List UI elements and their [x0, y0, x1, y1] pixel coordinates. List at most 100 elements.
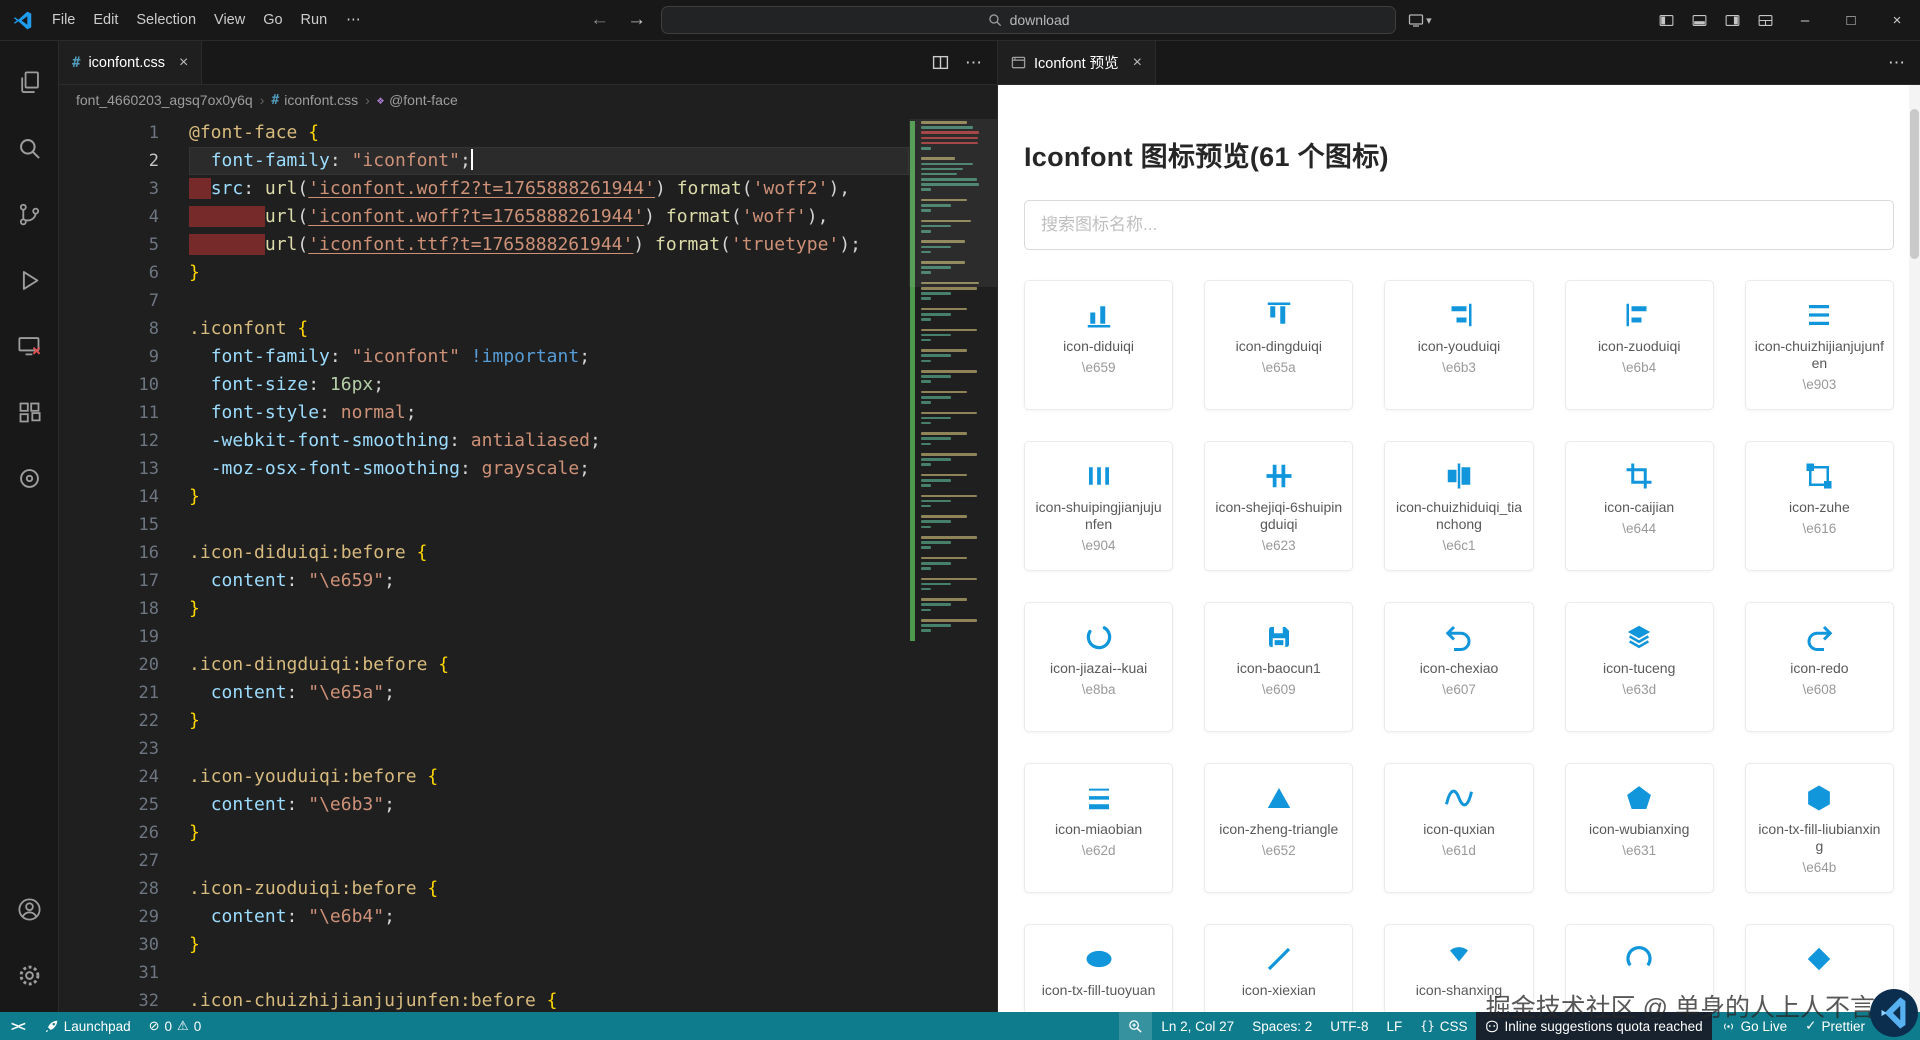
code-line[interactable] — [189, 735, 909, 763]
code-line[interactable]: -moz-osx-font-smoothing: grayscale; — [189, 455, 909, 483]
remote-explorer-icon[interactable] — [5, 313, 53, 379]
icon-card[interactable]: icon-baocun1 \e609 — [1204, 602, 1354, 732]
close-button[interactable]: × — [1874, 0, 1920, 40]
code-line[interactable]: content: "\e65a"; — [189, 679, 909, 707]
menu-view[interactable]: View — [205, 8, 254, 32]
eol-selector[interactable]: LF — [1378, 1012, 1412, 1040]
preview-actions-more-icon[interactable]: ⋯ — [1888, 53, 1905, 73]
code-line[interactable]: content: "\e659"; — [189, 567, 909, 595]
breadcrumb-item[interactable]: font_4660203_agsq7ox0y6q — [76, 92, 253, 108]
preview-scrollbar[interactable] — [1909, 85, 1920, 1012]
tab-iconfont-css[interactable]: # iconfont.css × — [59, 41, 203, 84]
zoom-button[interactable] — [1119, 1012, 1153, 1040]
code-line[interactable]: .icon-dingduiqi:before { — [189, 651, 909, 679]
remote-indicator[interactable]: >< — [0, 1012, 36, 1040]
icon-card[interactable]: icon-quxian \e61d — [1384, 763, 1534, 893]
icon-card[interactable]: icon-wubianxing \e631 — [1564, 763, 1714, 893]
code-line[interactable] — [189, 623, 909, 651]
icon-card[interactable]: icon-shejiqi-6shuipingduiqi \e623 — [1204, 441, 1354, 571]
minimap[interactable] — [909, 119, 997, 1012]
code-line[interactable]: @font-face { — [189, 119, 909, 147]
minimize-button[interactable]: – — [1782, 0, 1828, 40]
code-line[interactable]: src: url('iconfont.woff2?t=1765888261944… — [189, 175, 909, 203]
explorer-icon[interactable] — [5, 49, 53, 115]
code-line[interactable]: } — [189, 707, 909, 735]
back-button[interactable]: ← — [587, 9, 612, 31]
menu-file[interactable]: File — [43, 8, 84, 32]
icon-card[interactable]: icon-zheng-triangle \e652 — [1204, 763, 1354, 893]
icon-card[interactable]: icon-chuizhiduiqi_tianchong \e6c1 — [1384, 441, 1534, 571]
icon-card[interactable]: icon-jiazai--kuai \e8ba — [1024, 602, 1174, 732]
icon-search-input[interactable] — [1024, 200, 1894, 250]
code-line[interactable]: font-family: "iconfont" !important; — [189, 343, 909, 371]
code-line[interactable]: .iconfont { — [189, 315, 909, 343]
code-line[interactable]: } — [189, 483, 909, 511]
menu-selection[interactable]: Selection — [127, 8, 205, 32]
toggle-secondary-sidebar-icon[interactable] — [1716, 12, 1749, 29]
code-line[interactable]: .icon-chuizhijianjujunfen:before { — [189, 987, 909, 1012]
menu-run[interactable]: Run — [292, 8, 337, 32]
encoding[interactable]: UTF-8 — [1321, 1012, 1377, 1040]
code-content[interactable]: @font-face { font-family: "iconfont"; sr… — [189, 119, 909, 1012]
code-line[interactable] — [189, 847, 909, 875]
forward-button[interactable]: → — [624, 9, 649, 31]
code-line[interactable]: } — [189, 595, 909, 623]
tab-close-icon[interactable]: × — [179, 54, 188, 71]
split-editor-icon[interactable] — [932, 54, 949, 71]
code-line[interactable]: font-style: normal; — [189, 399, 909, 427]
icon-card[interactable]: icon-zuhe \e616 — [1744, 441, 1894, 571]
problems-indicator[interactable]: ⊘ 0 ⚠ 0 — [140, 1012, 211, 1040]
account-icon[interactable] — [5, 876, 53, 942]
command-center-search[interactable]: download — [661, 6, 1397, 34]
code-line[interactable]: .icon-youduiqi:before { — [189, 763, 909, 791]
command-center-extra-button[interactable]: ▾ — [1408, 12, 1432, 28]
live-server-icon[interactable] — [5, 445, 53, 511]
toggle-panel-icon[interactable] — [1683, 12, 1716, 29]
icon-card[interactable]: icon-youduiqi \e6b3 — [1384, 280, 1534, 410]
maximize-button[interactable]: □ — [1828, 0, 1874, 40]
icon-card[interactable]: icon-tx-fill-tuoyuan — [1024, 924, 1174, 1012]
icon-card[interactable]: icon-shuipingjianjujunfen \e904 — [1024, 441, 1174, 571]
code-line[interactable]: } — [189, 931, 909, 959]
customize-layout-icon[interactable] — [1749, 12, 1782, 29]
toggle-sidebar-icon[interactable] — [1650, 12, 1683, 29]
code-line[interactable]: } — [189, 819, 909, 847]
settings-gear-icon[interactable] — [5, 942, 53, 1008]
scrollbar-thumb[interactable] — [1910, 109, 1919, 259]
breadcrumb-item[interactable]: ❖ @font-face — [377, 92, 458, 108]
tab-close-icon[interactable]: × — [1133, 54, 1142, 71]
icon-card[interactable]: icon-redo \e608 — [1744, 602, 1894, 732]
icon-card[interactable]: icon-diduiqi \e659 — [1024, 280, 1174, 410]
icon-card[interactable]: icon-chuizhijianjujunfen \e903 — [1744, 280, 1894, 410]
code-line[interactable]: font-family: "iconfont"; — [189, 147, 909, 175]
language-mode[interactable]: {} CSS — [1411, 1012, 1476, 1040]
code-line[interactable] — [189, 287, 909, 315]
icon-card[interactable]: icon-caijian \e644 — [1564, 441, 1714, 571]
extensions-icon[interactable] — [5, 379, 53, 445]
code-line[interactable]: content: "\e6b4"; — [189, 903, 909, 931]
icon-card[interactable]: icon-zuoduiqi \e6b4 — [1564, 280, 1714, 410]
code-editor[interactable]: 1 2 3 4 5 6 7 8 9 10 11 12 13 14 15 16 17 18 19 20 21 22 23 24 2… — [59, 115, 997, 1012]
code-line[interactable]: } — [189, 259, 909, 287]
icon-card[interactable]: icon-miaobian \e62d — [1024, 763, 1174, 893]
menu-go[interactable]: Go — [254, 8, 291, 32]
line-numbers-gutter[interactable]: 1 2 3 4 5 6 7 8 9 10 11 12 13 14 15 16 17 18 19 20 21 22 23 24 2… — [59, 119, 189, 1012]
code-line[interactable]: content: "\e6b3"; — [189, 791, 909, 819]
code-line[interactable]: url('iconfont.ttf?t=1765888261944') form… — [189, 231, 909, 259]
editor-actions-more-icon[interactable]: ⋯ — [965, 53, 982, 73]
launchpad-button[interactable]: Launchpad — [36, 1012, 140, 1040]
tab-iconfont-preview[interactable]: Iconfont 预览 × — [998, 41, 1156, 84]
code-line[interactable]: font-size: 16px; — [189, 371, 909, 399]
code-line[interactable]: .icon-diduiqi:before { — [189, 539, 909, 567]
cursor-position[interactable]: Ln 2, Col 27 — [1152, 1012, 1243, 1040]
minimap-viewport[interactable] — [909, 119, 997, 287]
breadcrumb-item[interactable]: # iconfont.css — [271, 92, 358, 108]
icon-card[interactable]: icon-chexiao \e607 — [1384, 602, 1534, 732]
icon-card[interactable]: icon-tuceng \e63d — [1564, 602, 1714, 732]
code-line[interactable] — [189, 511, 909, 539]
source-control-icon[interactable] — [5, 181, 53, 247]
code-line[interactable]: url('iconfont.woff?t=1765888261944') for… — [189, 203, 909, 231]
icon-card[interactable]: icon-dingduiqi \e65a — [1204, 280, 1354, 410]
menu-overflow-button[interactable]: ⋯ — [338, 8, 369, 32]
icon-card[interactable]: icon-tx-fill-liubianxing \e64b — [1744, 763, 1894, 893]
